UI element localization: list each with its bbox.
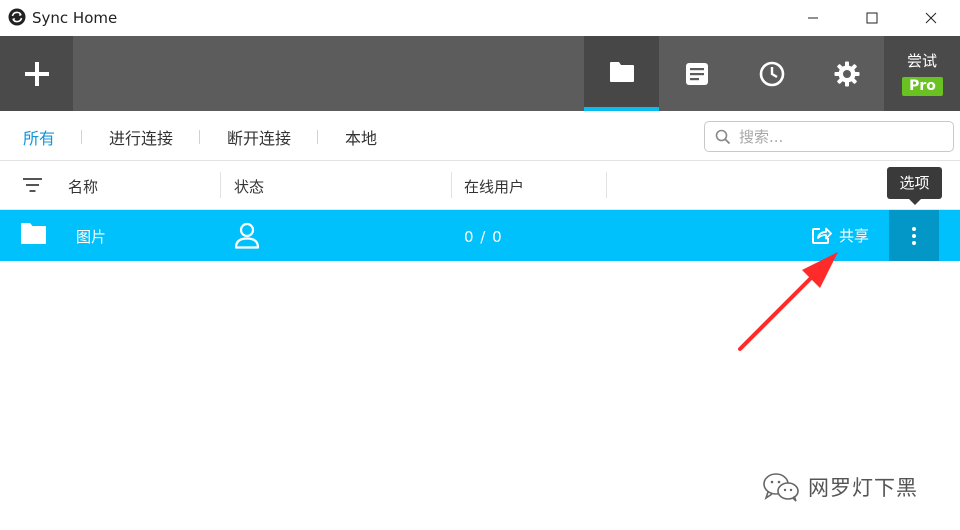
- share-button[interactable]: 共享: [812, 223, 869, 247]
- title-bar: Sync Home: [0, 0, 960, 36]
- app-logo-icon: [8, 8, 26, 26]
- search-box[interactable]: [704, 121, 954, 152]
- filter-tab-disconnected[interactable]: 断开连接: [227, 125, 291, 149]
- minimize-button[interactable]: [790, 0, 836, 36]
- tab-folders[interactable]: [584, 36, 659, 111]
- tab-settings[interactable]: [809, 36, 884, 111]
- filter-tab-local[interactable]: 本地: [345, 125, 377, 149]
- document-icon: [685, 62, 708, 85]
- clock-icon: [759, 61, 784, 86]
- options-button[interactable]: [889, 210, 939, 261]
- folder-icon: [21, 223, 46, 244]
- share-icon: [812, 227, 832, 244]
- divider: [317, 130, 318, 144]
- maximize-button[interactable]: [849, 0, 895, 36]
- pro-badge: Pro: [902, 77, 943, 96]
- watermark: 网罗灯下黑: [762, 472, 918, 502]
- window-title: Sync Home: [32, 9, 118, 27]
- tab-history[interactable]: [734, 36, 809, 111]
- share-label: 共享: [839, 226, 870, 245]
- watermark-text: 网罗灯下黑: [808, 476, 918, 500]
- maximize-icon: [866, 12, 878, 24]
- gear-icon: [834, 61, 859, 86]
- tab-logs[interactable]: [659, 36, 734, 111]
- wechat-icon: [763, 473, 799, 502]
- minimize-icon: [808, 17, 818, 19]
- close-button[interactable]: [908, 0, 954, 36]
- main-toolbar: 尝试 Pro: [0, 36, 960, 111]
- options-tooltip: 选项: [887, 167, 942, 199]
- divider: [81, 130, 82, 144]
- plus-icon: [24, 61, 49, 86]
- tooltip-arrow: [909, 199, 921, 205]
- filter-bar: 所有 进行连接 断开连接 本地: [0, 111, 960, 161]
- column-name-header[interactable]: 名称: [68, 176, 98, 197]
- column-online-users-header[interactable]: 在线用户: [464, 176, 524, 197]
- filter-tab-connected[interactable]: 进行连接: [109, 125, 173, 149]
- column-status-header[interactable]: 状态: [234, 176, 264, 197]
- divider: [199, 130, 200, 144]
- table-header: 名称 状态 在线用户: [0, 161, 960, 210]
- sort-filter-icon[interactable]: [23, 178, 42, 192]
- folder-name: 图片: [76, 228, 107, 246]
- user-status-icon: [234, 222, 260, 249]
- annotation-arrow: [738, 252, 838, 351]
- online-users-count: 0 / 0: [464, 228, 503, 246]
- add-folder-button[interactable]: [0, 36, 73, 111]
- user-account[interactable]: 尝试 Pro: [884, 36, 960, 111]
- more-vertical-icon: [912, 226, 916, 245]
- search-input[interactable]: [739, 127, 939, 147]
- close-icon: [925, 12, 937, 24]
- folder-icon: [609, 61, 634, 82]
- search-icon: [715, 129, 731, 145]
- column-divider: [606, 172, 607, 198]
- filter-tab-all[interactable]: 所有: [23, 125, 55, 149]
- column-divider: [451, 172, 452, 198]
- user-name: 尝试: [906, 52, 937, 70]
- column-divider: [220, 172, 221, 198]
